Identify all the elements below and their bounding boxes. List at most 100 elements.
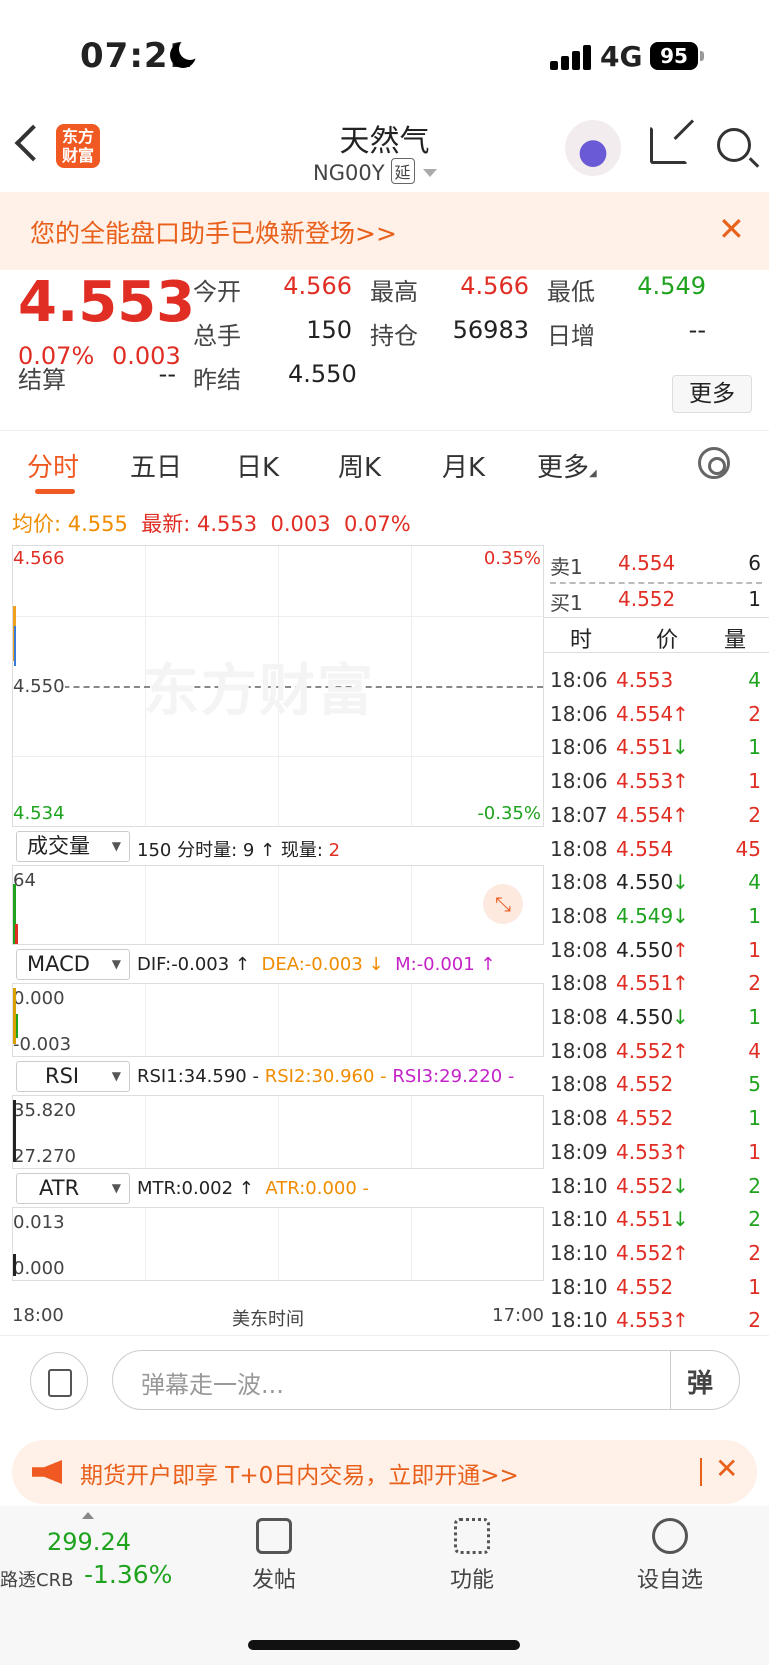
- tape-price: 4.554: [616, 836, 674, 861]
- price-pane[interactable]: 东方财富 4.566 4.550 4.534 0.35% -0.35%: [12, 545, 544, 827]
- tape-row: 18:06 4.553 4: [544, 663, 769, 697]
- tape-row: 18:08 4.549 ↓ 1: [544, 899, 769, 933]
- tape-qty: 4: [748, 870, 761, 895]
- rsi-pane[interactable]: 35.820 27.270: [12, 1095, 544, 1169]
- crb-value: 299.24: [47, 1528, 131, 1556]
- atr-pane[interactable]: 0.013 0.000: [12, 1207, 544, 1281]
- rsi-line: [13, 1100, 16, 1162]
- price-axis-bottom: 4.534: [13, 803, 65, 824]
- tape-row: 18:08 4.552 ↑ 4: [544, 1034, 769, 1068]
- tape-time: 18:06: [550, 701, 608, 726]
- tab-monthly-k[interactable]: 月K: [442, 447, 485, 484]
- more-dots-icon: [652, 1518, 688, 1554]
- crb-label: 路透CRB: [0, 1570, 74, 1591]
- rsi-indicator-bar: RSI RSI1:34.590 - RSI2:30.960 - RSI3:29.…: [12, 1057, 544, 1095]
- nav-post-label: 发帖: [251, 1568, 296, 1593]
- tape-row: 18:08 4.550 ↓ 4: [544, 865, 769, 899]
- bid1-label: 买1: [550, 591, 583, 615]
- ask-row: 卖1 4.554 6: [544, 545, 769, 581]
- account-ad-banner[interactable]: 期货开户即享 T+0日内交易，立即开通>> ✕: [12, 1440, 757, 1504]
- bid1-qty: 1: [748, 587, 761, 611]
- tab-more[interactable]: 更多◢: [537, 447, 597, 484]
- tab-daily-k[interactable]: 日K: [236, 447, 279, 484]
- tape-qty: 2: [748, 1308, 761, 1333]
- close-icon[interactable]: ✕: [718, 210, 745, 248]
- comment-bar: 弹幕走一波... 弹: [0, 1335, 769, 1427]
- assistant-banner[interactable]: 您的全能盘口助手已焕新登场>> ✕: [0, 192, 769, 270]
- gear-icon[interactable]: [698, 447, 730, 479]
- more-button[interactable]: 更多: [672, 375, 752, 413]
- comment-settings-icon[interactable]: [30, 1352, 88, 1410]
- macd-indicator-select[interactable]: MACD: [16, 949, 130, 980]
- danmu-toggle-button[interactable]: 弹: [687, 1363, 713, 1400]
- chevron-up-icon: [82, 1512, 94, 1519]
- price-axis-mid: 4.550: [13, 676, 65, 697]
- tape-price: 4.550: [616, 1005, 674, 1029]
- tape-price: 4.553: [616, 1308, 674, 1333]
- tape-row: 18:10 4.551 ↓ 2: [544, 1202, 769, 1236]
- tape-price: 4.549: [616, 903, 674, 928]
- volume-indicator-select[interactable]: 成交量: [16, 831, 130, 862]
- tab-five-day[interactable]: 五日: [130, 447, 182, 484]
- volume-info: 150 分时量: 9 ↑ 现量:: [137, 840, 329, 861]
- tape-price: 4.552: [616, 1274, 674, 1299]
- close-icon[interactable]: ✕: [715, 1452, 738, 1485]
- tape-qty: 2: [748, 1240, 761, 1265]
- rsi-indicator-select[interactable]: RSI: [16, 1061, 130, 1092]
- settle-value: --: [158, 360, 176, 388]
- tab-intraday[interactable]: 分时: [27, 447, 79, 484]
- crb-percent: -1.36%: [84, 1560, 173, 1589]
- tape-direction-arrow: ↑: [672, 937, 689, 962]
- tape-price: 4.554: [616, 701, 674, 726]
- tape-qty: 4: [748, 668, 761, 692]
- share-icon[interactable]: [650, 126, 688, 164]
- tape-direction-arrow: ↓: [672, 1207, 689, 1232]
- tape-qty: 1: [748, 735, 761, 760]
- expand-icon[interactable]: ⤡: [483, 884, 523, 924]
- assistant-robot-icon[interactable]: [565, 120, 621, 176]
- tape-time: 18:06: [550, 769, 608, 794]
- atr-indicator-bar: ATR MTR:0.002 ↑ ATR:0.000 -: [12, 1169, 544, 1207]
- header: 东方财富 天然气 NG00Y 延: [0, 108, 769, 192]
- macd-pane[interactable]: 0.000 -0.003: [12, 983, 544, 1057]
- contract-code: NG00Y: [313, 161, 385, 185]
- atr-indicator-select[interactable]: ATR: [16, 1173, 130, 1204]
- bid1-price: 4.552: [618, 587, 676, 611]
- trade-tape[interactable]: 卖1 4.554 6 买1 4.552 1 时 价 量 18:06 4.553 4 1…: [544, 545, 769, 1335]
- macd-m: M:-0.001 ↑: [395, 954, 496, 975]
- x-axis-timezone: 美东时间: [232, 1309, 304, 1330]
- tape-row: 18:07 4.554 ↑ 2: [544, 798, 769, 832]
- tape-price: 4.551: [616, 971, 674, 996]
- tape-time: 18:07: [550, 802, 608, 827]
- atr-line: [13, 1254, 16, 1276]
- banner-text[interactable]: 您的全能盘口助手已焕新登场>>: [30, 214, 397, 250]
- ad-text[interactable]: 期货开户即享 T+0日内交易，立即开通>>: [80, 1456, 519, 1490]
- avg-label: 均价:: [12, 512, 62, 536]
- volume-pane[interactable]: 64 ⤡: [12, 865, 544, 945]
- last-change: 0.003: [270, 512, 331, 536]
- tape-direction-arrow: ↑: [672, 769, 689, 794]
- search-icon[interactable]: [717, 128, 751, 162]
- last-value: 4.553: [197, 512, 258, 536]
- tape-qty: 1: [748, 903, 761, 928]
- tape-direction-arrow: ↓: [672, 1173, 689, 1198]
- tape-time: 18:09: [550, 1139, 608, 1164]
- macd-axis-bottom: -0.003: [13, 1034, 72, 1055]
- tape-time: 18:08: [550, 870, 608, 895]
- tape-direction-arrow: ↑: [672, 1308, 689, 1333]
- tape-qty: 2: [748, 701, 761, 726]
- intraday-chart[interactable]: 东方财富 4.566 4.550 4.534 0.35% -0.35% 成交量 …: [12, 545, 544, 1335]
- tape-time: 18:08: [550, 903, 608, 928]
- tape-row: 18:08 4.552 5: [544, 1067, 769, 1101]
- current-volume: 2: [328, 840, 341, 861]
- danmu-placeholder: 弹幕走一波...: [141, 1371, 284, 1399]
- contract-selector[interactable]: NG00Y 延: [313, 158, 437, 185]
- x-axis-end: 17:00: [492, 1305, 544, 1326]
- tape-qty: 1: [748, 769, 761, 794]
- danmu-input[interactable]: 弹幕走一波... 弹: [112, 1350, 740, 1410]
- tab-weekly-k[interactable]: 周K: [338, 447, 381, 484]
- tape-qty: 2: [748, 802, 761, 827]
- tape-direction-arrow: ↑: [672, 802, 689, 827]
- low-label: 最低: [547, 278, 595, 306]
- tape-row: 18:10 4.552 ↑ 2: [544, 1236, 769, 1270]
